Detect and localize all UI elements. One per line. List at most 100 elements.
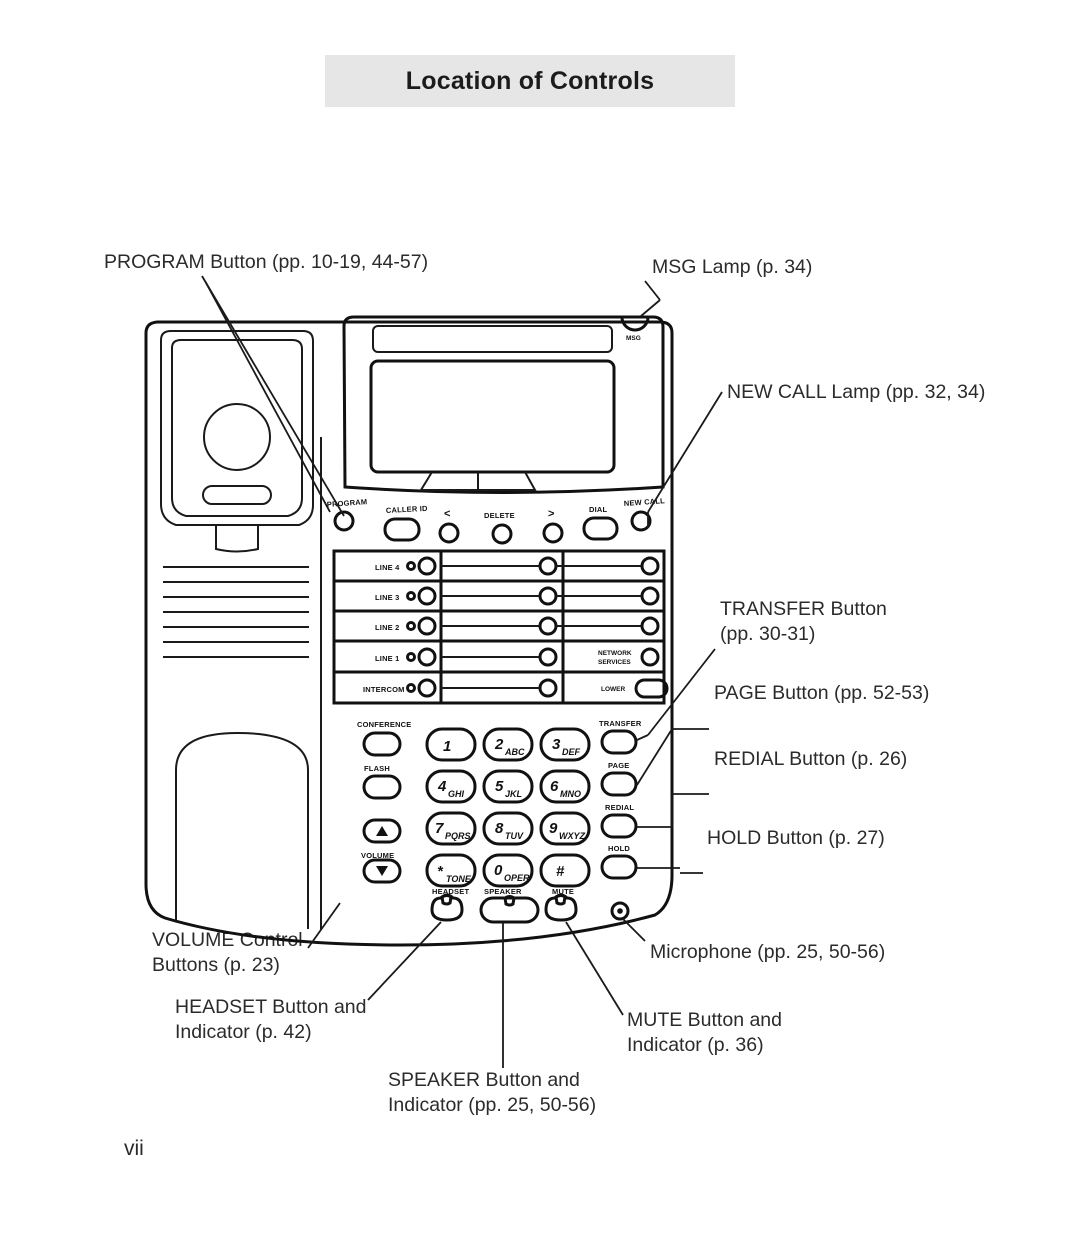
function-key-transfer[interactable] <box>600 729 638 755</box>
keypad-digit-3: 3 <box>552 736 561 753</box>
keypad-letters-3: DEF <box>562 747 581 757</box>
keypad-digit-8: 8 <box>495 820 504 837</box>
volume-up-icon <box>376 826 388 836</box>
line-key-mid-3[interactable] <box>538 616 558 636</box>
keypad-letters-8: TUV <box>505 831 524 841</box>
soft-key-row: PROGRAM CALLER ID < DELETE > DIAL NEW CA… <box>327 496 666 545</box>
line-key-led-line2 <box>406 621 416 631</box>
function-key-label-transfer: TRANSFER <box>599 719 642 728</box>
function-key-hold[interactable] <box>600 854 638 880</box>
softkey-delete[interactable] <box>491 523 513 545</box>
line-key-label-line3: LINE 3 <box>375 593 400 602</box>
line-key-led-line3 <box>406 591 416 601</box>
microphone-dot <box>617 908 623 914</box>
softkey-dial[interactable] <box>582 516 619 541</box>
dial-keypad: 1 2 ABC 3 DEF 4 GHI 5 JKL 6 MNO 7 PQRS 8… <box>425 727 591 888</box>
keypad-letters-6: MNO <box>560 789 581 799</box>
display-assembly: MSG <box>342 315 665 494</box>
keypad-letters-9: WXYZ <box>559 831 586 841</box>
keypad-digit-star: * <box>437 863 444 880</box>
volume-down-icon <box>376 866 388 876</box>
handset-cradle <box>160 330 314 553</box>
keypad-digit-5: 5 <box>495 778 504 795</box>
line-key-label-line4: LINE 4 <box>375 563 400 572</box>
softkey-left-arrow[interactable] <box>438 522 460 544</box>
line-key-line2[interactable] <box>417 616 437 636</box>
softkey-label-delete: DELETE <box>484 511 515 520</box>
function-key-flash[interactable] <box>362 774 402 800</box>
line-key-block: LINE 4 LINE 3 LINE 2 LINE 1 NETWORK SERV… <box>332 549 669 705</box>
line-key-network-services[interactable] <box>640 647 660 667</box>
display-status-bar <box>372 325 613 353</box>
line-key-led-line4 <box>406 561 416 571</box>
line-key-line4[interactable] <box>417 556 437 576</box>
softkey-label-caller-id: CALLER ID <box>386 504 429 515</box>
line-key-right-3[interactable] <box>640 616 660 636</box>
msg-lamp-label: MSG <box>626 335 641 342</box>
speaker-grille <box>163 566 309 658</box>
phone-body-outline <box>144 320 674 947</box>
line-key-label-intercom: INTERCOM <box>363 685 405 694</box>
bottom-key-label-speaker: SPEAKER <box>484 887 522 896</box>
line-key-line3[interactable] <box>417 586 437 606</box>
softkey-label-right-arrow: > <box>548 508 554 520</box>
line-key-led-line1 <box>406 652 416 662</box>
manual-page: Location of Controls PROGRAM Button (pp.… <box>0 0 1080 1260</box>
keypad-digit-6: 6 <box>550 778 559 795</box>
line-key-led-intercom <box>406 683 416 693</box>
softkey-right-arrow[interactable] <box>542 522 564 544</box>
line-key-right-1[interactable] <box>640 556 660 576</box>
function-key-conference[interactable] <box>362 731 402 757</box>
line-key-mid-4[interactable] <box>538 647 558 667</box>
keypad-key-pound[interactable] <box>539 853 591 888</box>
function-key-label-conference: CONFERENCE <box>357 720 412 729</box>
bottom-key-speaker[interactable] <box>479 896 540 924</box>
headset-indicator <box>440 894 453 906</box>
line-key-line1[interactable] <box>417 647 437 667</box>
line-key-right-2[interactable] <box>640 586 660 606</box>
function-key-redial[interactable] <box>600 813 638 839</box>
keypad-letters-2: ABC <box>504 747 525 757</box>
left-function-keys: CONFERENCE FLASH VOLUME <box>357 720 412 884</box>
line-key-intercom[interactable] <box>417 678 437 698</box>
keypad-letters-0: OPER <box>504 873 530 883</box>
keypad-digit-1: 1 <box>443 738 451 755</box>
line-key-mid-1[interactable] <box>538 556 558 576</box>
bottom-key-mute[interactable] <box>544 893 578 922</box>
function-key-label-redial: REDIAL <box>605 803 634 812</box>
function-key-label-page: PAGE <box>608 761 630 770</box>
keypad-digit-pound: # <box>556 863 565 880</box>
keypad-digit-9: 9 <box>549 820 558 837</box>
function-key-page[interactable] <box>600 771 638 797</box>
function-key-label-hold: HOLD <box>608 844 630 853</box>
keypad-digit-4: 4 <box>437 778 447 795</box>
bottom-key-headset[interactable] <box>430 893 464 922</box>
telephone-illustration: MSG PROGRAM CALLER ID < DELETE > DIAL NE… <box>144 275 723 1068</box>
bottom-key-row: HEADSET SPEAKER MUTE <box>430 887 630 924</box>
speaker-indicator <box>503 895 516 907</box>
softkey-label-program: PROGRAM <box>327 497 368 509</box>
keypad-letters-star: TONE <box>446 874 472 884</box>
line-key-label-network: NETWORK <box>598 650 632 657</box>
line-key-lower[interactable] <box>634 678 669 699</box>
line-key-label-services: SERVICES <box>598 659 631 666</box>
keypad-digit-0: 0 <box>494 862 503 879</box>
line-key-label-line1: LINE 1 <box>375 654 400 663</box>
base-recess <box>175 731 309 929</box>
keypad-digit-2: 2 <box>494 736 504 753</box>
line-key-label-lower: LOWER <box>601 686 625 693</box>
line-key-mid-2[interactable] <box>538 586 558 606</box>
softkey-label-new-call: NEW CALL <box>624 496 666 508</box>
line-key-mid-5[interactable] <box>538 678 558 698</box>
mute-indicator <box>554 894 567 906</box>
keypad-letters-5: JKL <box>505 789 522 799</box>
lcd-screen <box>369 359 616 474</box>
function-key-label-flash: FLASH <box>364 764 390 773</box>
keypad-digit-7: 7 <box>435 820 444 837</box>
line-key-label-line2: LINE 2 <box>375 623 400 632</box>
softkey-label-left-arrow: < <box>444 508 450 520</box>
keypad-letters-4: GHI <box>448 789 465 799</box>
right-function-keys: TRANSFER PAGE REDIAL HOLD <box>599 719 642 880</box>
softkey-caller-id[interactable] <box>383 517 421 542</box>
keypad-letters-7: PQRS <box>445 831 471 841</box>
